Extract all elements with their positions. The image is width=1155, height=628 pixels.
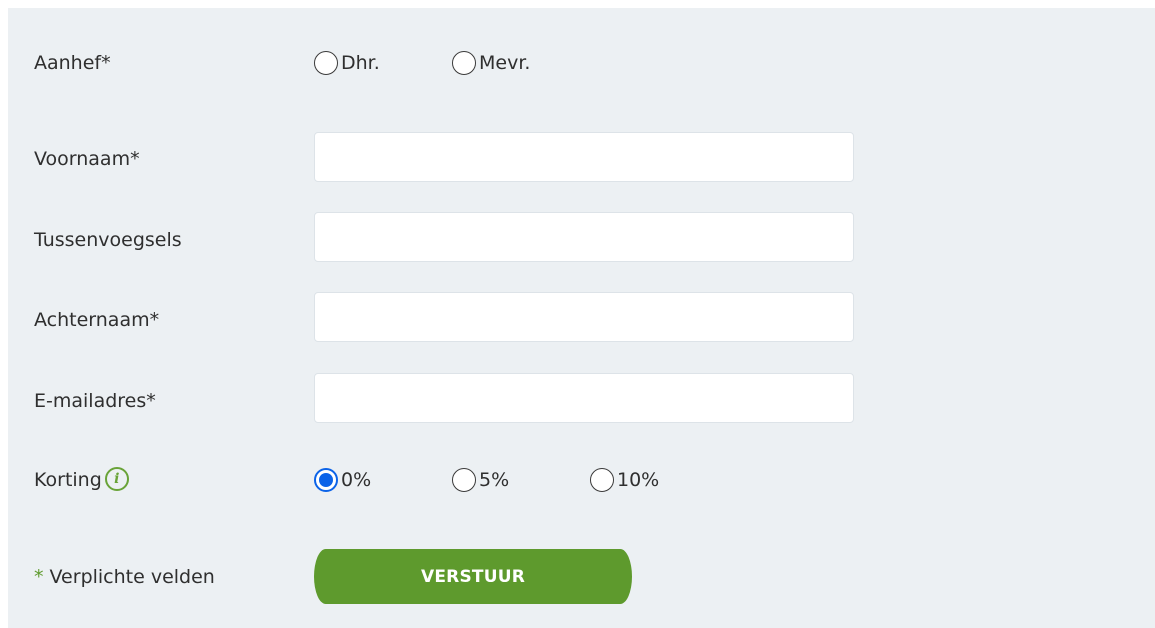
radio-circle-5[interactable] [452,468,476,492]
form-panel: Aanhef* Dhr. Mevr. Voornaam* Tussenvoegs… [8,8,1155,628]
radio-circle-10[interactable] [590,468,614,492]
submit-button[interactable]: VERSTUUR [314,549,632,604]
required-note: * Verplichte velden [34,565,215,589]
first-name-label: Voornaam* [34,148,140,170]
salutation-label: Aanhef* [34,52,111,74]
salutation-radio-dhr[interactable]: Dhr. [314,51,380,75]
email-input[interactable] [314,373,854,423]
email-label: E-mailadres* [34,390,156,412]
last-name-input[interactable] [314,292,854,342]
infix-label: Tussenvoegsels [34,229,182,251]
radio-label-10: 10% [617,469,660,491]
radio-circle-dhr[interactable] [314,51,338,75]
discount-radio-5[interactable]: 5% [452,468,509,492]
last-name-label: Achternaam* [34,309,160,331]
discount-radio-0[interactable]: 0% [314,468,371,492]
required-note-text: Verplichte velden [43,566,215,588]
radio-label-mevr: Mevr. [479,52,531,74]
infix-input[interactable] [314,212,854,262]
radio-label-0: 0% [341,469,372,491]
first-name-input[interactable] [314,132,854,182]
radio-label-dhr: Dhr. [341,52,380,74]
discount-label: Korting [34,469,102,491]
discount-radio-10[interactable]: 10% [590,468,659,492]
discount-label-wrap: Korting i [34,466,129,493]
salutation-radio-mevr[interactable]: Mevr. [452,51,530,75]
radio-circle-0-selected[interactable] [314,468,338,492]
radio-label-5: 5% [479,469,510,491]
required-star: * [34,566,44,588]
radio-circle-mevr[interactable] [452,51,476,75]
info-icon[interactable]: i [104,466,129,491]
